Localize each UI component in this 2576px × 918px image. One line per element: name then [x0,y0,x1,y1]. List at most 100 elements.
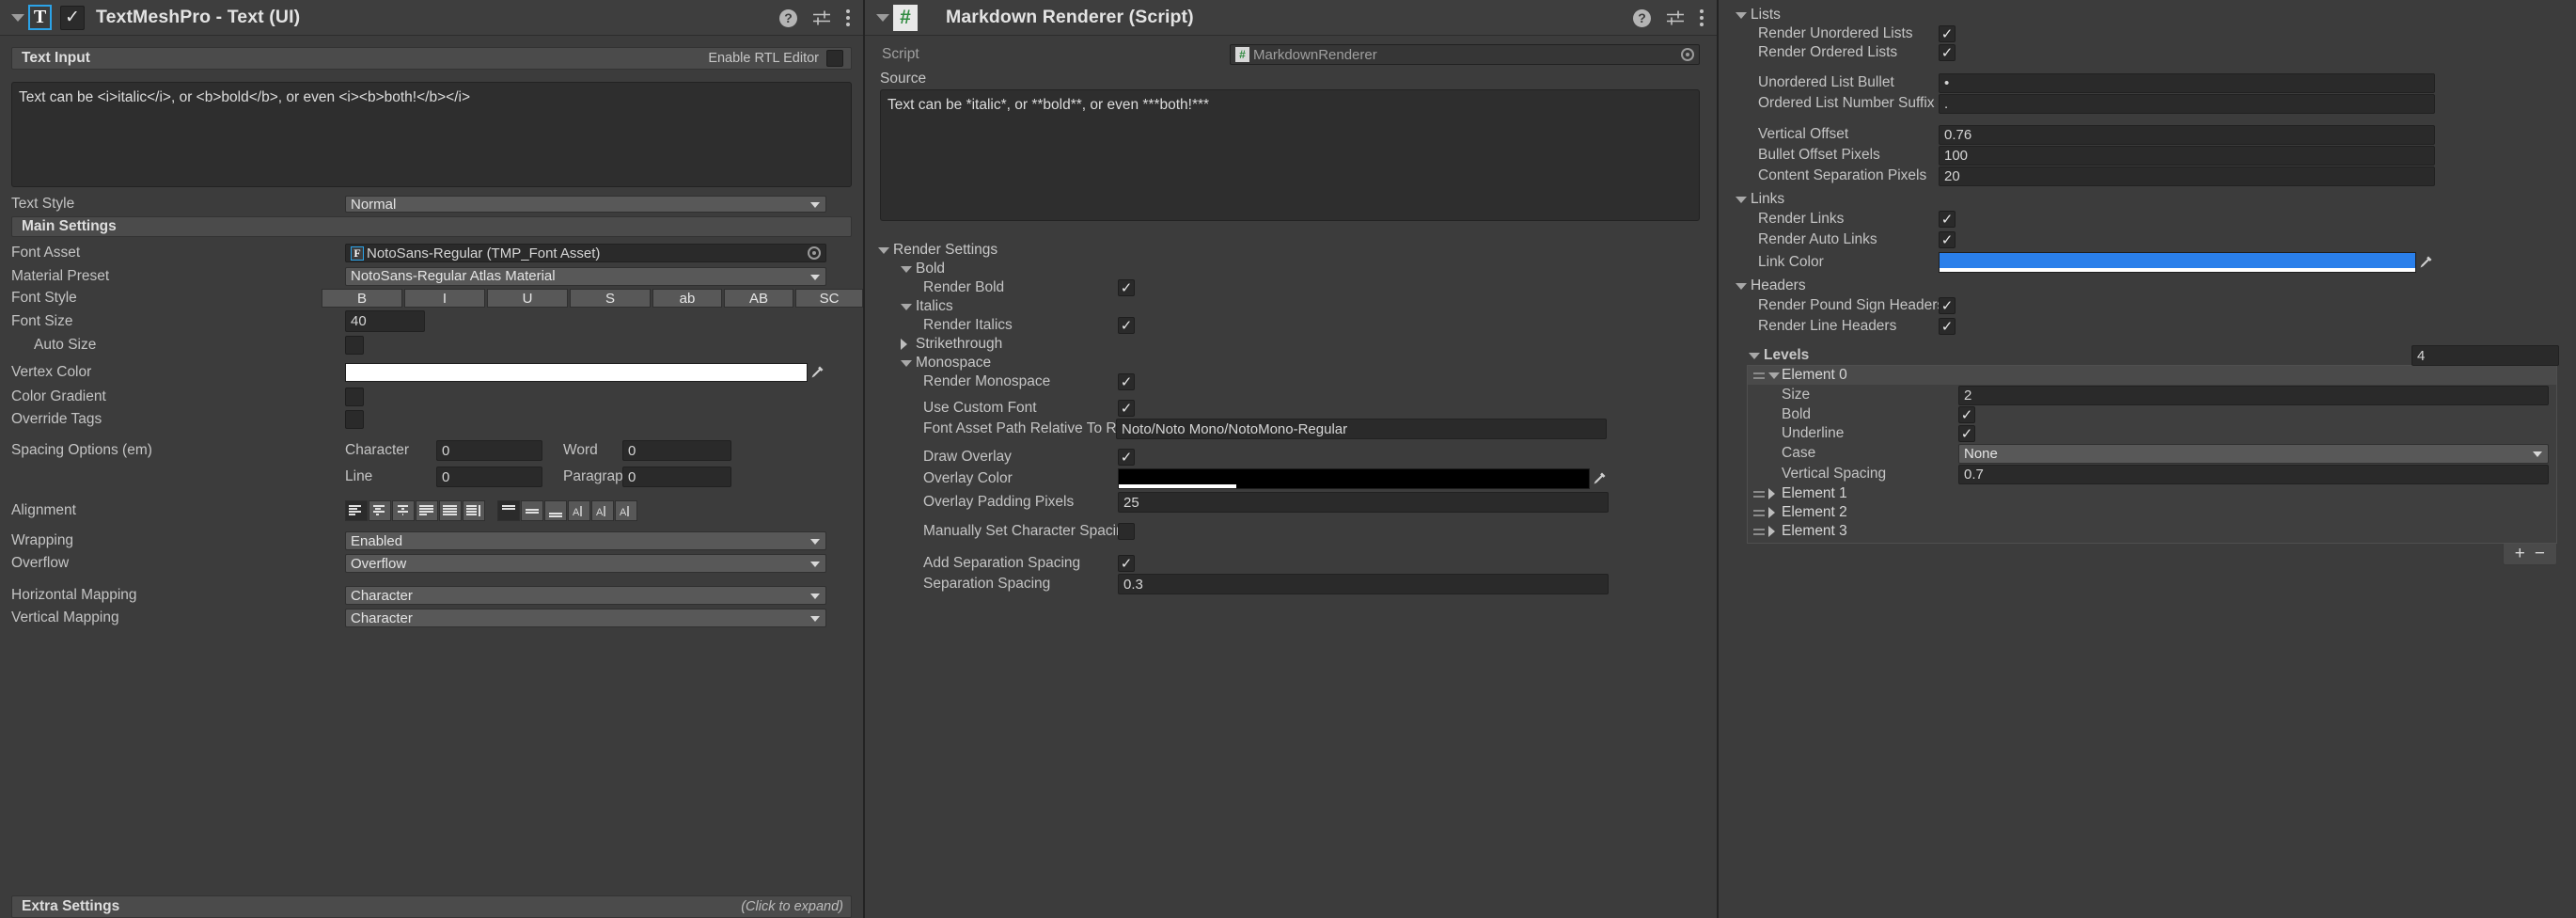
script-object-field[interactable]: # MarkdownRenderer [1230,44,1700,65]
font-asset-path-input[interactable]: Noto/Noto Mono/NotoMono-Regular [1116,419,1607,439]
element-0-underline-checkbox[interactable]: ✓ [1958,425,1975,442]
bullet-offset-input[interactable]: 100 [1939,145,2435,166]
drag-handle-icon[interactable] [1753,508,1765,517]
render-monospace-checkbox[interactable]: ✓ [1118,373,1135,390]
render-unordered-checkbox[interactable]: ✓ [1939,25,1956,42]
preset-icon[interactable] [812,10,831,25]
eyedropper-icon[interactable] [2416,254,2435,272]
levels-foldout[interactable] [1749,352,1764,359]
font-asset-object-field[interactable]: F NotoSans-Regular (TMP_Font Asset) [345,244,826,262]
monospace-group[interactable]: Monospace [865,354,1717,372]
drag-handle-icon[interactable] [1753,527,1765,536]
align-horizontal-geometry-button[interactable] [463,500,485,521]
level-element-1-header[interactable]: Element 1 [1748,484,2556,503]
align-vertical-bottom-button[interactable] [544,500,567,521]
level-element-2-header[interactable]: Element 2 [1748,503,2556,522]
render-bold-checkbox[interactable]: ✓ [1118,279,1135,296]
italics-group[interactable]: Italics [865,297,1717,316]
font-style-button-ab[interactable]: ab [652,289,722,308]
render-ordered-checkbox[interactable]: ✓ [1939,44,1956,61]
enable-rtl-editor-checkbox[interactable] [826,50,843,67]
element-0-vertical-spacing-input[interactable]: 0.7 [1958,464,2549,484]
font-style-button-ab[interactable]: AB [724,289,793,308]
render-settings-foldout[interactable] [878,246,893,254]
textmeshpro-foldout-toggle[interactable] [8,0,28,36]
levels-count-input[interactable]: 4 [2411,345,2559,366]
render-auto-links-checkbox[interactable]: ✓ [1939,231,1956,248]
headers-group[interactable]: Headers [1719,277,2572,295]
strikethrough-foldout[interactable] [901,339,916,350]
spacing-character-input[interactable]: 0 [436,440,542,461]
source-textarea[interactable]: Text can be *italic*, or **bold**, or ev… [880,89,1700,221]
align-horizontal-right-button[interactable] [392,500,415,521]
text-input-textarea[interactable]: Text can be <i>italic</i>, or <b>bold</b… [11,82,852,187]
preset-icon[interactable] [1666,10,1685,25]
render-pound-headers-checkbox[interactable]: ✓ [1939,297,1956,314]
horizontal-mapping-dropdown[interactable]: Character [345,586,826,605]
level-element-0-header[interactable]: Element 0 [1748,366,2556,385]
manual-char-spacing-checkbox[interactable] [1118,523,1135,540]
spacing-word-input[interactable]: 0 [622,440,731,461]
auto-size-checkbox[interactable] [345,335,364,355]
align-horizontal-left-button[interactable] [345,500,368,521]
align-vertical-midline-button[interactable]: A [591,500,614,521]
overflow-dropdown[interactable]: Overflow [345,554,826,573]
ordered-suffix-input[interactable]: . [1939,93,2435,114]
vertical-mapping-dropdown[interactable]: Character [345,609,826,627]
font-style-button-s[interactable]: S [570,289,651,308]
link-color-swatch[interactable] [1939,252,2416,273]
spacing-line-input[interactable]: 0 [436,467,542,487]
strikethrough-group[interactable]: Strikethrough [865,335,1717,354]
element-1-foldout[interactable] [1768,488,1782,499]
element-3-foldout[interactable] [1768,526,1782,537]
content-separation-input[interactable]: 20 [1939,166,2435,186]
markdown-renderer-foldout-toggle[interactable] [872,0,893,36]
italics-foldout[interactable] [901,303,916,310]
color-gradient-checkbox[interactable] [345,388,364,406]
render-settings-group[interactable]: Render Settings [865,241,1717,260]
eyedropper-icon[interactable] [1590,470,1609,488]
element-0-foldout[interactable] [1768,372,1782,379]
use-custom-font-checkbox[interactable]: ✓ [1118,400,1135,417]
font-style-button-u[interactable]: U [487,289,568,308]
extra-settings-header[interactable]: Extra Settings (Click to expand) [11,895,852,918]
font-style-button-sc[interactable]: SC [795,289,863,308]
element-0-size-input[interactable]: 2 [1958,385,2549,405]
align-horizontal-flush-button[interactable] [439,500,462,521]
kebab-menu-icon[interactable] [846,9,850,26]
help-icon[interactable]: ? [1633,8,1651,27]
render-line-headers-checkbox[interactable]: ✓ [1939,318,1956,335]
headers-foldout[interactable] [1736,282,1751,290]
align-horizontal-center-button[interactable] [369,500,391,521]
help-icon[interactable]: ? [779,8,797,27]
bold-group[interactable]: Bold [865,260,1717,278]
overlay-padding-input[interactable]: 25 [1118,492,1609,513]
monospace-foldout[interactable] [901,359,916,367]
overlay-color-swatch[interactable] [1118,468,1590,489]
add-element-button[interactable]: + [2515,545,2525,562]
textmeshpro-header[interactable]: T ✓ TextMeshPro - Text (UI) ? [0,0,863,36]
links-group[interactable]: Links [1719,190,2572,209]
kebab-menu-icon[interactable] [1700,9,1704,26]
draw-overlay-checkbox[interactable]: ✓ [1118,449,1135,466]
object-picker-icon[interactable] [808,246,821,260]
render-links-checkbox[interactable]: ✓ [1939,211,1956,228]
align-vertical-baseline-button[interactable]: A [568,500,590,521]
unordered-bullet-input[interactable]: • [1939,72,2435,93]
levels-group[interactable]: Levels 4 [1719,345,2572,366]
drag-handle-icon[interactable] [1753,371,1765,380]
add-separation-spacing-checkbox[interactable]: ✓ [1118,555,1135,572]
object-picker-icon[interactable] [1681,48,1694,61]
font-style-button-i[interactable]: I [404,289,485,308]
font-size-input[interactable]: 40 [345,310,425,332]
override-tags-checkbox[interactable] [345,410,364,429]
drag-handle-icon[interactable] [1753,489,1765,499]
level-element-3-header[interactable]: Element 3 [1748,522,2556,541]
lists-group[interactable]: Lists [1719,6,2572,24]
element-0-bold-checkbox[interactable]: ✓ [1958,406,1975,423]
vertical-offset-input[interactable]: 0.76 [1939,124,2435,145]
text-style-dropdown[interactable]: Normal [345,196,826,213]
wrapping-dropdown[interactable]: Enabled [345,531,826,550]
remove-element-button[interactable]: − [2535,545,2545,562]
separation-spacing-input[interactable]: 0.3 [1118,574,1609,594]
